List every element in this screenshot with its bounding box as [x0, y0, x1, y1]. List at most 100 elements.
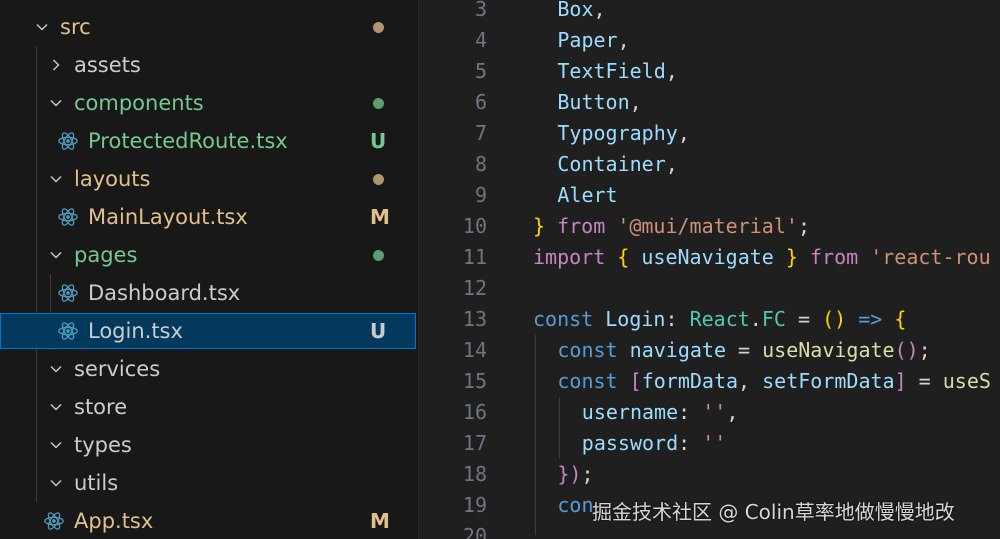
code-token: : — [665, 307, 690, 331]
react-file-icon — [56, 313, 80, 349]
file-item-mainlayout-tsx[interactable]: MainLayout.tsx M — [0, 199, 416, 235]
code-token: , — [617, 28, 630, 52]
code-line[interactable]: 9 Alert — [419, 180, 1000, 211]
tree-item-label: pages — [74, 243, 138, 267]
folder-item-services[interactable]: services — [0, 351, 416, 387]
code-token: Box — [557, 0, 594, 21]
chevron-right-icon[interactable] — [45, 47, 67, 83]
code-token: ; — [918, 338, 931, 362]
chevron-down-icon[interactable] — [45, 85, 67, 121]
code-content: Typography, — [557, 118, 689, 149]
chevron-down-icon[interactable] — [45, 161, 67, 197]
tree-item-label: store — [74, 395, 128, 419]
git-status-dot — [373, 22, 384, 33]
git-status-badge: U — [370, 129, 387, 153]
code-token: = — [906, 369, 943, 393]
code-line[interactable]: 11 import { useNavigate } from 'react-rou — [419, 242, 1000, 273]
code-token: formData — [641, 369, 739, 393]
code-content: }); — [557, 459, 593, 490]
code-token: ; — [581, 462, 594, 486]
code-token: const — [533, 307, 594, 331]
folder-item-layouts[interactable]: layouts — [0, 161, 416, 197]
code-token: : — [678, 400, 703, 424]
line-number: 20 — [462, 524, 487, 539]
code-token: = — [725, 338, 763, 362]
code-line[interactable]: 7 Typography, — [419, 118, 1000, 149]
line-number: 5 — [474, 59, 487, 83]
code-token: useNavigate — [641, 245, 774, 269]
code-token: Paper — [557, 28, 618, 52]
code-token: '' — [702, 431, 727, 455]
git-status-badge: U — [370, 319, 387, 343]
code-line[interactable]: 16 username: '', — [419, 397, 1000, 428]
file-item-login-tsx[interactable]: Login.tsx U — [0, 313, 416, 349]
line-number: 9 — [474, 183, 487, 207]
react-file-icon — [56, 123, 80, 159]
code-content: con — [557, 490, 593, 521]
code-editor[interactable]: 3 Box, 4 Paper, 5 TextField, 6 Button, 7 Typograp… — [419, 0, 1000, 539]
chevron-down-icon[interactable] — [45, 351, 67, 387]
file-item-app-tsx[interactable]: App.tsx M — [0, 503, 416, 539]
chevron-down-icon[interactable] — [45, 427, 67, 463]
code-line[interactable]: 17 password: '' — [419, 428, 1000, 459]
chevron-down-icon[interactable] — [31, 9, 53, 45]
line-number: 15 — [462, 369, 487, 393]
line-number: 14 — [462, 338, 487, 362]
line-number: 18 — [462, 462, 487, 486]
code-token: const — [557, 369, 618, 393]
code-token: 'react-rou — [870, 245, 991, 269]
code-line[interactable]: 15 const [formData, setFormData] = useS — [419, 366, 1000, 397]
chevron-down-icon[interactable] — [45, 389, 67, 425]
folder-item-store[interactable]: store — [0, 389, 416, 425]
code-content: import { useNavigate } from 'react-rou — [533, 242, 991, 273]
code-token: from — [557, 214, 606, 238]
folder-item-src[interactable]: src — [0, 9, 416, 45]
code-token: , — [593, 0, 606, 21]
line-number: 17 — [462, 431, 487, 455]
code-line[interactable]: 10} from '@mui/material'; — [419, 211, 1000, 242]
code-token: Login — [605, 307, 666, 331]
tree-item-label: services — [74, 357, 161, 381]
tree-item-label: utils — [74, 471, 119, 495]
file-item-protectedroute-tsx[interactable]: ProtectedRoute.tsx U — [0, 123, 416, 159]
tree-item-label: ProtectedRoute.tsx — [88, 129, 288, 153]
file-item-dashboard-tsx[interactable]: Dashboard.tsx — [0, 275, 416, 311]
code-token: setFormData — [762, 369, 895, 393]
code-content: username: '', — [582, 397, 739, 428]
line-number: 12 — [462, 276, 487, 300]
code-line[interactable]: 6 Button, — [419, 87, 1000, 118]
folder-item-utils[interactable]: utils — [0, 465, 416, 501]
chevron-down-icon[interactable] — [45, 465, 67, 501]
code-token: , — [738, 369, 763, 393]
folder-item-pages[interactable]: pages — [0, 237, 416, 273]
git-status-badge: M — [370, 509, 390, 533]
code-line[interactable]: 18}); — [419, 459, 1000, 490]
code-line[interactable]: 12 — [419, 273, 1000, 304]
code-token: , — [629, 90, 642, 114]
code-line[interactable]: 13 const Login: React.FC = () => { — [419, 304, 1000, 335]
code-line[interactable]: 8 Container, — [419, 149, 1000, 180]
code-line[interactable]: 3 Box, — [419, 0, 1000, 25]
code-content: Alert — [557, 180, 617, 211]
folder-item-components[interactable]: components — [0, 85, 416, 121]
code-line[interactable]: 5 TextField, — [419, 56, 1000, 87]
code-token: () — [894, 338, 919, 362]
chevron-down-icon[interactable] — [45, 237, 67, 273]
code-line[interactable]: 4 Paper, — [419, 25, 1000, 56]
react-file-icon — [42, 503, 66, 539]
line-number: 3 — [474, 0, 487, 21]
code-line[interactable]: 14 const navigate = useNavigate(); — [419, 335, 1000, 366]
code-token: , — [677, 121, 690, 145]
folder-item-types[interactable]: types — [0, 427, 416, 463]
folder-item-assets[interactable]: assets — [0, 47, 416, 83]
code-token: from — [809, 245, 859, 269]
code-token: ] — [894, 369, 907, 393]
tree-item-label: layouts — [74, 167, 151, 191]
code-token: . — [749, 307, 762, 331]
